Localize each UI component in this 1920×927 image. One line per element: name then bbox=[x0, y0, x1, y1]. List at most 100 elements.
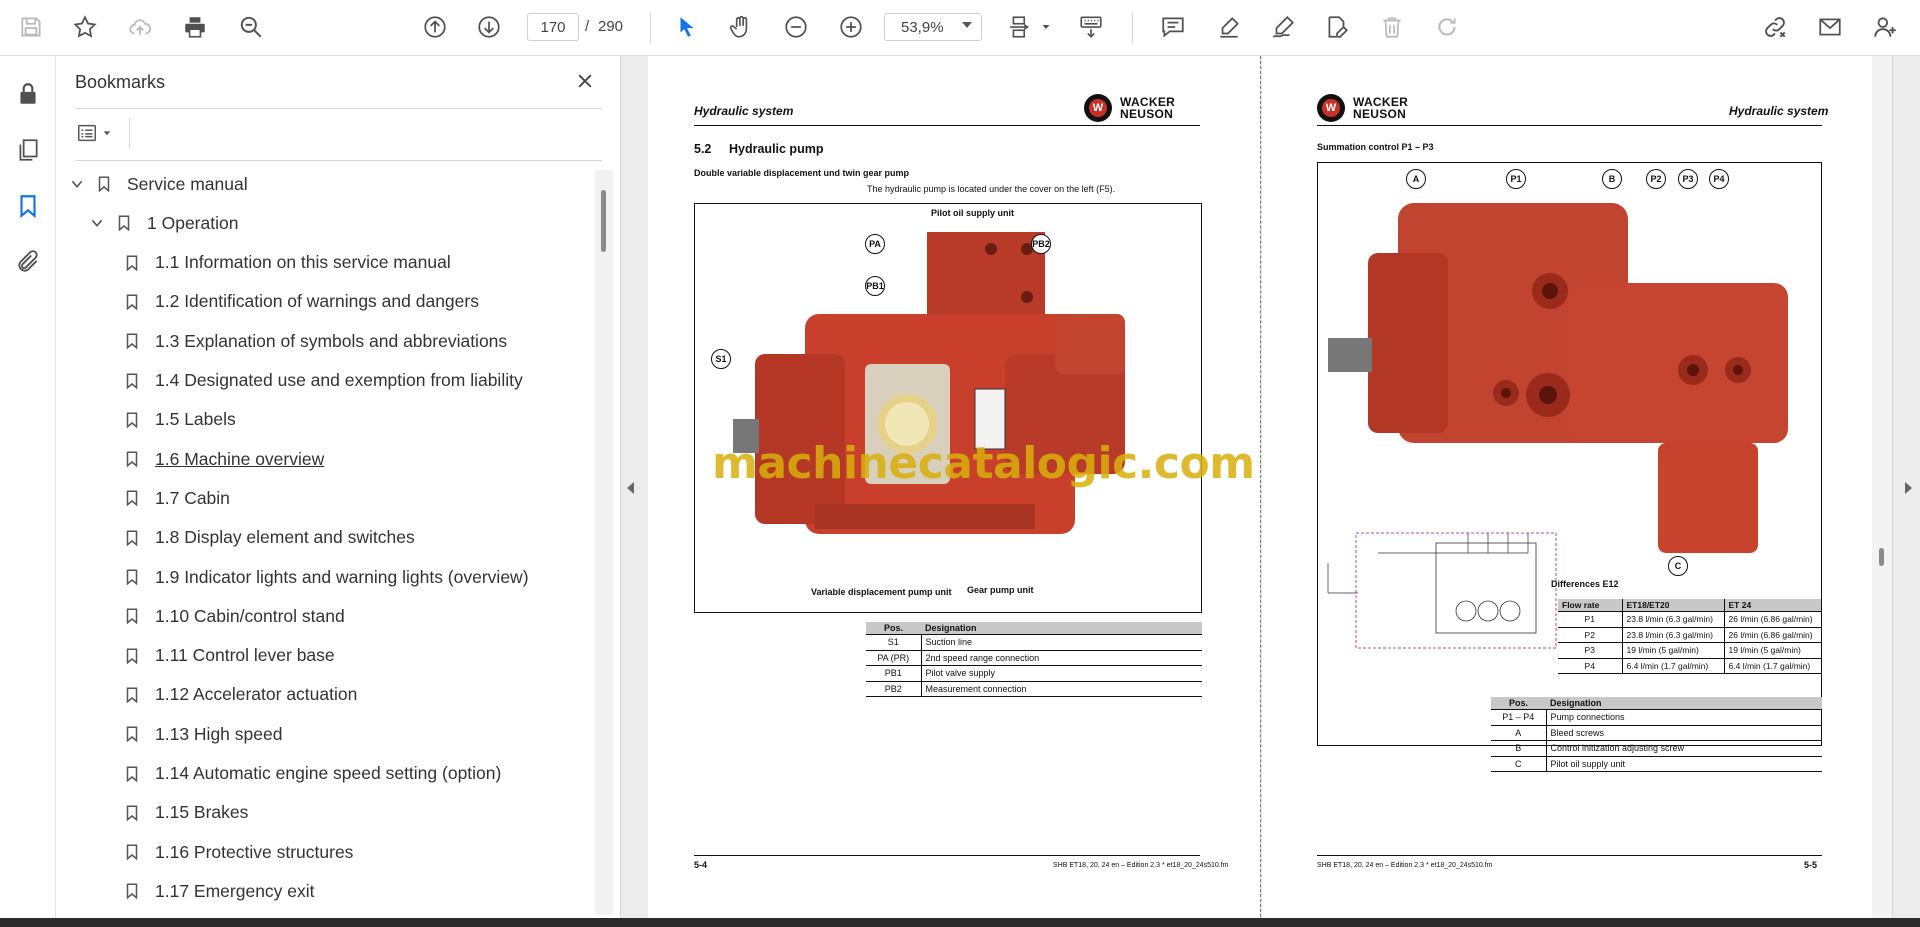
edit-pdf-icon[interactable] bbox=[1320, 10, 1354, 44]
lock-icon[interactable] bbox=[10, 76, 46, 112]
collapse-left-icon[interactable] bbox=[627, 482, 634, 494]
table-row: P1 23.8 l/min (6.3 gal/min) 26 l/min (6.86… bbox=[1558, 611, 1821, 628]
expand-right-icon[interactable] bbox=[1905, 482, 1912, 494]
bookmark-options-button[interactable] bbox=[75, 118, 119, 148]
differences-title: Differences E12 bbox=[1551, 579, 1619, 589]
section-subtitle: Double variable displacement und twin ge… bbox=[694, 168, 910, 178]
scroll-mode-icon[interactable] bbox=[1074, 10, 1108, 44]
share-link-icon[interactable] bbox=[1758, 10, 1792, 44]
page-fit-icon[interactable] bbox=[1004, 10, 1038, 44]
bookmark-icon bbox=[123, 370, 141, 392]
bookmark-item[interactable]: 1.16 Protective structures bbox=[123, 835, 353, 869]
bookmark-item[interactable]: 1.15 Brakes bbox=[123, 796, 248, 830]
bookmark-label: 1.8 Display element and switches bbox=[155, 527, 415, 548]
print-icon[interactable] bbox=[178, 10, 212, 44]
email-icon[interactable] bbox=[1813, 10, 1847, 44]
chevron-down-icon[interactable] bbox=[69, 176, 85, 192]
highlight-icon[interactable] bbox=[1212, 10, 1246, 44]
bookmark-item[interactable]: 1.4 Designated use and exemption from li… bbox=[123, 364, 523, 398]
bookmark-label: 1.10 Cabin/control stand bbox=[155, 605, 345, 626]
comment-icon[interactable] bbox=[1156, 10, 1190, 44]
bookmarks-tree: Service manual 1 Operation 1.1 Information… bbox=[57, 167, 597, 927]
zoom-in-icon[interactable] bbox=[834, 10, 868, 44]
bookmark-item[interactable]: 1.10 Cabin/control stand bbox=[123, 599, 345, 633]
bookmark-label: 1.16 Protective structures bbox=[155, 841, 354, 862]
pdf-page-right: W WACKER NEUSON Hydraulic system Summatio… bbox=[1262, 56, 1872, 922]
cloud-upload-icon[interactable] bbox=[123, 10, 157, 44]
bookmark-icon bbox=[123, 330, 141, 352]
delete-icon[interactable] bbox=[1375, 10, 1409, 44]
attachment-icon[interactable] bbox=[10, 244, 46, 280]
page-number-input[interactable] bbox=[527, 13, 579, 41]
summation-control-figure: A P1 B P2 P3 P4 C Differences E12 Flow r… bbox=[1317, 162, 1822, 746]
left-navigation-rail bbox=[0, 56, 56, 927]
page-up-icon[interactable] bbox=[418, 10, 452, 44]
left-panel-collapse[interactable] bbox=[620, 56, 648, 927]
page-header-title: Hydraulic system bbox=[694, 104, 794, 118]
save-icon[interactable] bbox=[14, 10, 48, 44]
zoom-out-icon[interactable] bbox=[779, 10, 813, 44]
bookmark-icon bbox=[123, 645, 141, 667]
table-row: P3 19 l/min (5 gal/min) 19 l/min (5 gal/mi… bbox=[1558, 642, 1821, 659]
redo-icon[interactable] bbox=[1430, 10, 1464, 44]
hand-icon[interactable] bbox=[724, 10, 758, 44]
bookmark-item[interactable]: 1.11 Control lever base bbox=[123, 639, 335, 673]
table-header: Pos. bbox=[1491, 697, 1546, 710]
bookmarks-scrollbar[interactable] bbox=[595, 170, 613, 915]
bookmark-icon bbox=[123, 880, 141, 902]
callout-pa: PA bbox=[865, 234, 885, 254]
account-icon[interactable] bbox=[1868, 10, 1902, 44]
bookmark-item[interactable]: 1 Operation bbox=[89, 206, 238, 240]
divider bbox=[129, 118, 130, 148]
bookmark-item[interactable]: 1.5 Labels bbox=[123, 403, 236, 437]
table-header: Designation bbox=[921, 622, 1202, 635]
bookmark-label: 1.5 Labels bbox=[155, 409, 236, 430]
star-icon[interactable] bbox=[68, 10, 102, 44]
bookmark-label: 1.6 Machine overview bbox=[155, 448, 325, 469]
sign-icon[interactable] bbox=[1266, 10, 1300, 44]
zoom-search-icon[interactable] bbox=[234, 10, 268, 44]
chevron-down-icon[interactable] bbox=[1038, 10, 1054, 44]
page-header-title: Hydraulic system bbox=[1729, 104, 1829, 118]
bookmark-item[interactable]: 1.6 Machine overview bbox=[123, 442, 324, 476]
chevron-down-icon[interactable] bbox=[962, 22, 972, 28]
table-header: ET18/ET20 bbox=[1622, 599, 1725, 612]
bookmark-label: 1.12 Accelerator actuation bbox=[155, 684, 358, 705]
bookmark-item[interactable]: 1.2 Identification of warnings and dange… bbox=[123, 285, 479, 319]
select-cursor-icon[interactable] bbox=[670, 10, 704, 44]
watermark-text: machinecatalogic.com bbox=[712, 438, 1255, 489]
close-icon[interactable] bbox=[572, 68, 598, 94]
section-note: The hydraulic pump is located under the … bbox=[867, 184, 1116, 194]
left-position-table: Pos. Designation S1 Suction line PA (PR) 2… bbox=[866, 622, 1202, 697]
bookmark-label: 1.2 Identification of warnings and dange… bbox=[155, 291, 479, 312]
bookmark-icon bbox=[115, 212, 133, 234]
bookmark-icon[interactable] bbox=[10, 188, 46, 224]
bookmark-label: 1.14 Automatic engine speed setting (opt… bbox=[155, 763, 502, 783]
bookmark-item[interactable]: 1.1 Information on this service manual bbox=[123, 246, 451, 280]
divider bbox=[75, 108, 602, 109]
bookmarks-scrollbar-thumb[interactable] bbox=[601, 190, 606, 252]
bookmark-item[interactable]: 1.9 Indicator lights and warning lights … bbox=[123, 560, 529, 594]
bookmark-item[interactable]: 1.14 Automatic engine speed setting (opt… bbox=[123, 757, 501, 791]
pages-icon[interactable] bbox=[10, 132, 46, 168]
bookmark-item[interactable]: Service manual bbox=[69, 167, 248, 201]
callout-pb2: PB2 bbox=[1031, 234, 1051, 254]
bookmark-item[interactable]: 1.17 Emergency exit bbox=[123, 874, 315, 908]
bookmark-item[interactable]: 1.8 Display element and switches bbox=[123, 521, 415, 555]
bookmark-label: 1.9 Indicator lights and warning lights … bbox=[155, 566, 529, 587]
bookmark-item[interactable]: 1.7 Cabin bbox=[123, 481, 230, 515]
divider bbox=[75, 160, 602, 161]
bookmark-label: 1.7 Cabin bbox=[155, 487, 230, 508]
page-total: 290 bbox=[598, 18, 624, 35]
bookmark-label: 1.3 Explanation of symbols and abbreviat… bbox=[155, 330, 508, 351]
page-separator: / bbox=[585, 18, 590, 35]
toolbar-divider bbox=[1132, 12, 1133, 44]
bookmark-icon bbox=[123, 605, 141, 627]
chevron-down-icon[interactable] bbox=[89, 215, 105, 231]
bookmark-item[interactable]: 1.13 High speed bbox=[123, 717, 282, 751]
document-scrollbar-thumb[interactable] bbox=[1879, 548, 1884, 566]
page-down-icon[interactable] bbox=[472, 10, 506, 44]
bookmark-item[interactable]: 1.12 Accelerator actuation bbox=[123, 678, 357, 712]
document-scrollbar[interactable] bbox=[1872, 56, 1892, 918]
bookmark-item[interactable]: 1.3 Explanation of symbols and abbreviat… bbox=[123, 324, 507, 358]
